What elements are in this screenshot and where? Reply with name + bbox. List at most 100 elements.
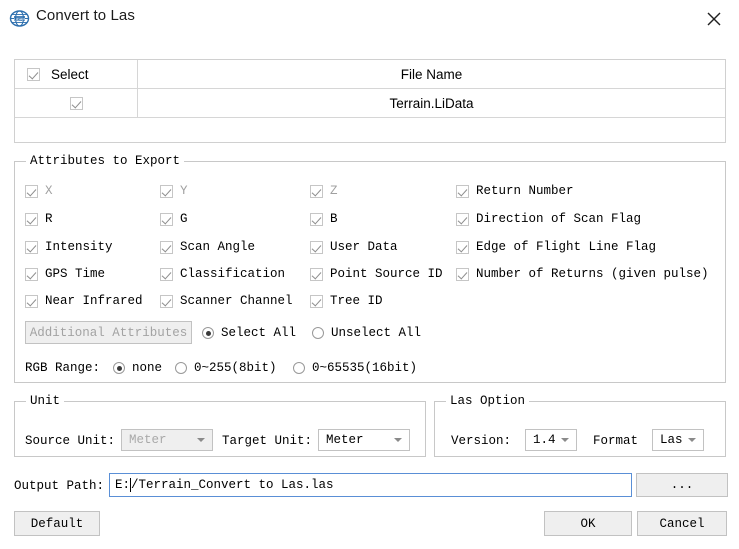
output-path-value-after-caret: /Terrain_Convert to Las.las <box>131 478 334 492</box>
column-header-file-name: File Name <box>400 66 463 82</box>
checkbox-box[interactable] <box>456 267 469 281</box>
attribute-label: Classification <box>180 267 286 281</box>
format-combo[interactable]: Las <box>652 429 704 451</box>
unit-group-legend: Unit <box>26 394 65 408</box>
checkbox-box[interactable] <box>456 212 469 226</box>
lidar-globe-icon: LiDAR <box>9 8 30 29</box>
close-icon[interactable] <box>697 4 731 34</box>
unselect-all-radio[interactable]: Unselect All <box>312 326 421 340</box>
attribute-checkbox-intensity[interactable]: Intensity <box>25 240 113 254</box>
select-all-radio-label: Select All <box>221 326 297 340</box>
table-header-row: Select File Name <box>15 60 725 89</box>
cancel-button[interactable]: Cancel <box>637 511 727 536</box>
select-all-radio[interactable]: Select All <box>202 326 296 340</box>
attribute-checkbox-b[interactable]: B <box>310 212 338 226</box>
attribute-label: Point Source ID <box>330 267 443 281</box>
source-unit-value: Meter <box>129 433 167 447</box>
attribute-checkbox-classification[interactable]: Classification <box>160 267 285 281</box>
attribute-checkbox-z[interactable]: Z <box>310 184 338 198</box>
table-row[interactable]: Terrain.LiData <box>15 89 725 118</box>
attribute-checkbox-number-of-returns-given-pulse[interactable]: Number of Returns (given pulse) <box>456 267 709 281</box>
attribute-label: Tree ID <box>330 294 383 308</box>
attribute-checkbox-edge-of-flight-line-flag[interactable]: Edge of Flight Line Flag <box>456 240 656 254</box>
row-select-cell[interactable] <box>15 89 138 117</box>
attribute-label: G <box>180 212 188 226</box>
checkbox-box[interactable] <box>310 212 323 226</box>
rgb-range-8bit-dot[interactable] <box>175 362 187 374</box>
checkbox-box[interactable] <box>160 212 173 226</box>
checkbox-box[interactable] <box>160 240 173 254</box>
attribute-label: Direction of Scan Flag <box>476 212 642 226</box>
additional-attributes-button[interactable]: Additional Attributes <box>25 321 192 344</box>
attribute-label: X <box>45 184 53 198</box>
rgb-range-none-dot[interactable] <box>113 362 125 374</box>
attribute-checkbox-tree-id[interactable]: Tree ID <box>310 294 383 308</box>
attribute-checkbox-scan-angle[interactable]: Scan Angle <box>160 240 255 254</box>
rgb-range-8bit-label: 0~255(8bit) <box>194 361 277 375</box>
attribute-label: Number of Returns (given pulse) <box>476 267 709 281</box>
attribute-checkbox-gps-time[interactable]: GPS Time <box>25 267 105 281</box>
attribute-checkbox-g[interactable]: G <box>160 212 188 226</box>
select-all-radio-dot[interactable] <box>202 327 214 339</box>
version-label: Version: <box>451 434 512 448</box>
checkbox-box[interactable] <box>456 184 469 198</box>
checkbox-box[interactable] <box>25 184 38 198</box>
rgb-range-none-radio[interactable]: none <box>113 361 162 375</box>
source-unit-combo[interactable]: Meter <box>121 429 213 451</box>
checkbox-box[interactable] <box>25 267 38 281</box>
rgb-range-16bit-dot[interactable] <box>293 362 305 374</box>
checkbox-box[interactable] <box>310 267 323 281</box>
checkbox-box[interactable] <box>160 294 173 308</box>
attribute-label: User Data <box>330 240 398 254</box>
attribute-label: Edge of Flight Line Flag <box>476 240 657 254</box>
row-select-checkbox[interactable] <box>69 96 83 110</box>
attribute-checkbox-user-data[interactable]: User Data <box>310 240 398 254</box>
file-list-table: Select File Name Terrain.LiData <box>14 59 726 143</box>
checkbox-box[interactable] <box>310 184 323 198</box>
checkbox-box[interactable] <box>25 240 38 254</box>
attribute-checkbox-x[interactable]: X <box>25 184 53 198</box>
target-unit-value: Meter <box>326 433 364 447</box>
checkbox-box[interactable] <box>310 240 323 254</box>
format-value: Las <box>660 433 683 447</box>
attribute-checkbox-return-number[interactable]: Return Number <box>456 184 574 198</box>
version-combo[interactable]: 1.4 <box>525 429 577 451</box>
attribute-label: Z <box>330 184 338 198</box>
column-header-select: Select <box>51 66 89 82</box>
default-button[interactable]: Default <box>14 511 100 536</box>
attribute-checkbox-direction-of-scan-flag[interactable]: Direction of Scan Flag <box>456 212 641 226</box>
version-value: 1.4 <box>533 433 556 447</box>
rgb-range-8bit-radio[interactable]: 0~255(8bit) <box>175 361 277 375</box>
source-unit-label: Source Unit: <box>25 434 116 448</box>
attribute-checkbox-point-source-id[interactable]: Point Source ID <box>310 267 443 281</box>
checkbox-box[interactable] <box>25 212 38 226</box>
checkbox-box[interactable] <box>25 294 38 308</box>
attribute-checkbox-scanner-channel[interactable]: Scanner Channel <box>160 294 293 308</box>
checkbox-box[interactable] <box>160 267 173 281</box>
attribute-checkbox-y[interactable]: Y <box>160 184 188 198</box>
rgb-range-16bit-radio[interactable]: 0~65535(16bit) <box>293 361 417 375</box>
output-path-value-before-caret: E: <box>115 478 131 492</box>
svg-text:LiDAR: LiDAR <box>14 16 26 21</box>
browse-output-path-button[interactable]: ... <box>636 473 728 497</box>
attribute-checkbox-near-infrared[interactable]: Near Infrared <box>25 294 143 308</box>
ok-button[interactable]: OK <box>544 511 632 536</box>
attribute-label: Near Infrared <box>45 294 143 308</box>
attribute-checkbox-r[interactable]: R <box>25 212 53 226</box>
checkbox-box[interactable] <box>310 294 323 308</box>
title-bar: LiDAR Convert to Las <box>0 0 739 38</box>
checkbox-box[interactable] <box>456 240 469 254</box>
output-path-label: Output Path: <box>14 479 105 493</box>
attribute-label: Y <box>180 184 188 198</box>
output-path-input[interactable]: E:/Terrain_Convert to Las.las <box>109 473 632 497</box>
unselect-all-radio-dot[interactable] <box>312 327 324 339</box>
target-unit-label: Target Unit: <box>222 434 313 448</box>
target-unit-combo[interactable]: Meter <box>318 429 410 451</box>
window-title: Convert to Las <box>36 7 135 24</box>
chevron-down-icon <box>394 438 402 442</box>
format-label: Format <box>593 434 639 448</box>
rgb-range-16bit-label: 0~65535(16bit) <box>312 361 418 375</box>
checkbox-box[interactable] <box>160 184 173 198</box>
select-all-files-checkbox[interactable] <box>27 67 40 81</box>
table-header-select[interactable]: Select <box>15 60 138 88</box>
